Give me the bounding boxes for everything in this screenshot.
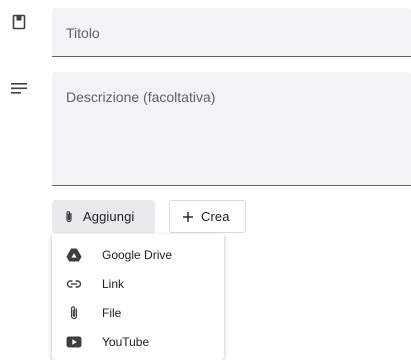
menu-item-link[interactable]: Link <box>52 269 224 298</box>
menu-item-file[interactable]: File <box>52 298 224 327</box>
create-button-label: Crea <box>201 209 230 224</box>
menu-item-google-drive[interactable]: Google Drive <box>52 240 224 269</box>
menu-item-label: Link <box>102 276 125 291</box>
paperclip-icon <box>66 305 82 321</box>
bookmark-icon <box>12 14 26 30</box>
paperclip-icon <box>66 210 72 222</box>
add-button[interactable]: Aggiungi <box>52 200 155 233</box>
title-placeholder: Titolo <box>66 25 100 41</box>
plus-icon <box>183 211 193 222</box>
youtube-icon <box>66 334 82 350</box>
create-button[interactable]: Crea <box>169 200 246 233</box>
title-field[interactable]: Titolo <box>52 8 411 57</box>
menu-item-label: YouTube <box>102 334 150 349</box>
description-placeholder: Descrizione (facoltativa) <box>66 89 216 105</box>
google-drive-icon <box>66 247 82 263</box>
description-field[interactable]: Descrizione (facoltativa) <box>52 72 411 186</box>
menu-item-label: File <box>102 305 122 320</box>
menu-item-youtube[interactable]: YouTube <box>52 327 224 356</box>
menu-item-label: Google Drive <box>102 247 173 262</box>
link-icon <box>66 276 82 292</box>
description-icon <box>11 83 27 94</box>
add-button-label: Aggiungi <box>83 209 135 224</box>
attach-menu: Google Drive Link File YouTube <box>52 234 224 360</box>
